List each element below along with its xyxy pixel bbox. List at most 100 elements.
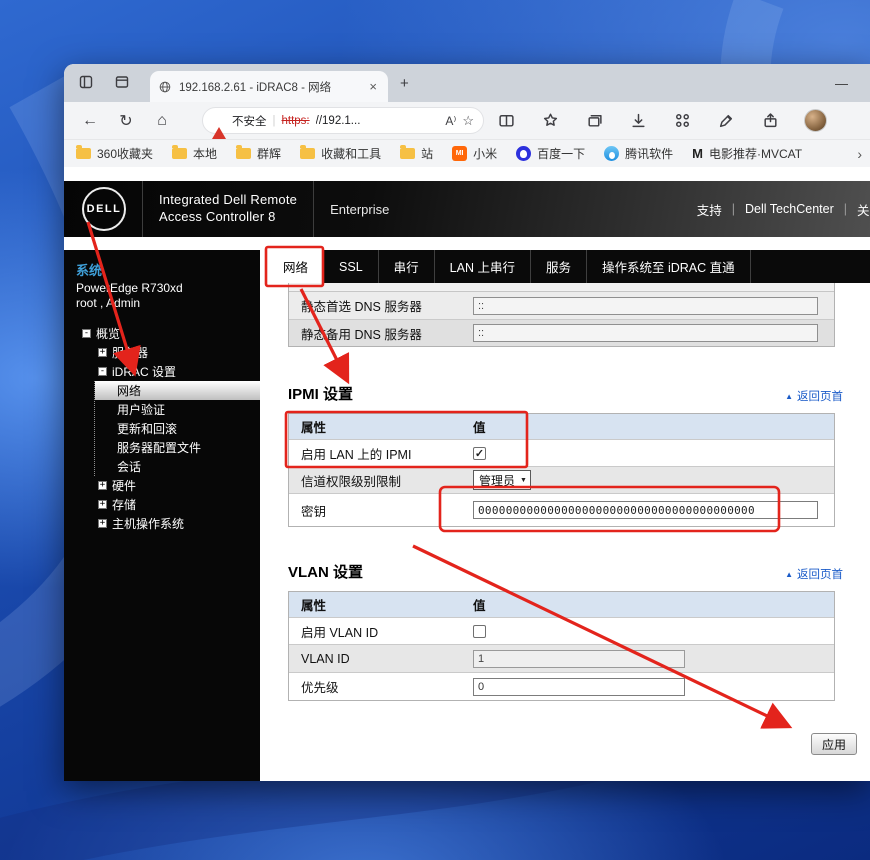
web-capture-icon[interactable] — [716, 111, 736, 131]
bookmark-mvcat[interactable]: M电影推荐·MVCAT — [692, 145, 802, 162]
address-bar[interactable]: ! 不安全 | https: //192.1... A⁾ ☆ — [202, 107, 484, 134]
channel-privilege-select[interactable]: 管理员 ▼ — [473, 470, 531, 490]
tree-label: 网络 — [117, 382, 141, 399]
bookmark-label: 本地 — [193, 145, 217, 162]
static-alternate-dns-input[interactable] — [473, 324, 818, 342]
row-value — [469, 675, 834, 699]
bookmark-baidu[interactable]: 百度一下 — [516, 145, 585, 162]
sidebar-item-storage[interactable]: + 存储 — [64, 495, 260, 514]
bookmark-folder-tools[interactable]: 收藏和工具 — [300, 145, 381, 162]
vlan-enable-checkbox[interactable] — [473, 625, 486, 638]
tab-serial-over-lan[interactable]: LAN 上串行 — [435, 250, 531, 283]
row-value — [469, 647, 834, 671]
row-label: 启用 VLAN ID — [289, 622, 469, 641]
sidebar-item-user-auth[interactable]: 用户验证 — [95, 400, 260, 419]
tab-title: 192.168.2.61 - iDRAC8 - 网络 — [179, 79, 359, 95]
bookmark-folder-local[interactable]: 本地 — [172, 145, 217, 162]
bookmark-label: 360收藏夹 — [97, 145, 153, 162]
extensions-icon[interactable] — [672, 111, 692, 131]
folder-icon — [300, 148, 315, 159]
new-tab-button[interactable]: + — [400, 75, 409, 92]
bookmark-tencent[interactable]: 腾讯软件 — [604, 145, 673, 162]
tree-label: 概览 — [96, 325, 120, 342]
header-divider — [313, 181, 314, 237]
sidebar-item-host-os[interactable]: + 主机操作系统 — [64, 514, 260, 533]
profile-avatar[interactable] — [804, 109, 827, 132]
tab-services[interactable]: 服务 — [531, 250, 587, 283]
download-icon[interactable] — [628, 111, 648, 131]
split-screen-icon[interactable] — [496, 111, 516, 131]
sidebar-item-server[interactable]: + 服务器 — [64, 343, 260, 362]
favorite-star-icon[interactable]: ☆ — [462, 113, 474, 129]
browser-tab[interactable]: 192.168.2.61 - iDRAC8 - 网络 × — [150, 71, 388, 102]
bookmark-label: 电影推荐·MVCAT — [709, 145, 802, 162]
row-value — [469, 498, 834, 522]
bookmarks-overflow-chevron[interactable]: › — [857, 146, 862, 162]
bookmark-folder-site[interactable]: 站 — [400, 145, 433, 162]
bookmark-folder-360[interactable]: 360收藏夹 — [76, 145, 153, 162]
expand-icon[interactable]: + — [98, 500, 107, 509]
split-screen-glyph — [498, 112, 515, 129]
read-aloud-icon[interactable]: A⁾ — [445, 114, 456, 128]
back-to-top-link[interactable]: ▲ 返回页首 — [785, 388, 843, 404]
back-to-top-link[interactable]: ▲ 返回页首 — [785, 566, 843, 582]
tab-close-icon[interactable]: × — [366, 79, 380, 94]
network-settings-table: 静态首选 DNS 服务器 静态备用 DNS 服务器 — [288, 283, 835, 347]
header-links: 支持 | Dell TechCenter | 关于 — [697, 181, 870, 237]
idrac-edition: Enterprise — [330, 202, 389, 217]
sidebar-item-hardware[interactable]: + 硬件 — [64, 476, 260, 495]
support-link[interactable]: 支持 — [697, 200, 722, 219]
collections-glyph — [586, 112, 603, 129]
sidebar-item-network[interactable]: 网络 — [95, 381, 260, 400]
workspaces-icon[interactable] — [78, 74, 96, 92]
sidebar-item-update-rollback[interactable]: 更新和回滚 — [95, 419, 260, 438]
tab-os-passthrough[interactable]: 操作系统至 iDRAC 直通 — [587, 250, 751, 283]
expand-icon[interactable]: + — [98, 481, 107, 490]
share-icon[interactable] — [760, 111, 780, 131]
page-tabs: 网络 SSL 串行 LAN 上串行 服务 操作系统至 iDRAC 直通 — [268, 250, 870, 283]
encryption-key-input[interactable] — [473, 501, 818, 519]
favorites-hub-icon[interactable] — [540, 111, 560, 131]
window-minimize-button[interactable]: — — [835, 76, 848, 91]
bookmark-label: 站 — [421, 145, 433, 162]
tab-actions-glyph — [114, 74, 130, 90]
row-label: VLAN ID — [289, 652, 469, 666]
static-preferred-dns-input[interactable] — [473, 297, 818, 315]
browser-window: 192.168.2.61 - iDRAC8 - 网络 × + — ← ↻ ⌂ !… — [64, 64, 870, 781]
home-button[interactable]: ⌂ — [152, 112, 172, 130]
vlan-id-input[interactable] — [473, 650, 685, 668]
sidebar-item-sessions[interactable]: 会话 — [95, 457, 260, 476]
tab-ssl[interactable]: SSL — [324, 250, 379, 283]
refresh-button[interactable]: ↻ — [116, 111, 136, 131]
table-header-row: 属性 值 — [289, 414, 834, 439]
row-value: ✓ — [469, 444, 834, 463]
bookmark-folder-synology[interactable]: 群辉 — [236, 145, 281, 162]
tab-serial[interactable]: 串行 — [379, 250, 435, 283]
tab-actions-icon[interactable] — [114, 74, 132, 92]
collections-icon[interactable] — [584, 111, 604, 131]
bookmark-xiaomi[interactable]: MI小米 — [452, 145, 497, 162]
row-value: 管理员 ▼ — [469, 467, 834, 493]
ipmi-over-lan-checkbox[interactable]: ✓ — [473, 447, 486, 460]
row-label: 静态备用 DNS 服务器 — [289, 324, 469, 343]
apply-button[interactable]: 应用 — [811, 733, 857, 755]
row-label: 信道权限级别限制 — [289, 471, 469, 490]
expand-icon[interactable]: + — [98, 519, 107, 528]
back-button[interactable]: ← — [80, 112, 100, 130]
sidebar-item-idrac-settings[interactable]: - iDRAC 设置 — [64, 362, 260, 381]
techcenter-link[interactable]: Dell TechCenter — [745, 202, 834, 216]
expand-icon[interactable]: + — [98, 348, 107, 357]
collapse-icon[interactable]: - — [82, 329, 91, 338]
ipmi-section-header: IPMI 设置 ▲ 返回页首 — [288, 383, 843, 404]
sidebar-item-server-profile[interactable]: 服务器配置文件 — [95, 438, 260, 457]
address-divider: | — [273, 115, 276, 127]
security-warning-icon[interactable]: ! — [212, 115, 226, 127]
tab-network[interactable]: 网络 — [268, 250, 324, 283]
sidebar-item-overview[interactable]: - 概览 — [64, 324, 260, 343]
row-label: 优先级 — [289, 677, 469, 696]
vlan-priority-input[interactable] — [473, 678, 685, 696]
extensions-glyph — [674, 112, 691, 129]
collapse-icon[interactable]: - — [98, 367, 107, 376]
about-link[interactable]: 关于 — [857, 200, 870, 219]
folder-icon — [236, 148, 251, 159]
